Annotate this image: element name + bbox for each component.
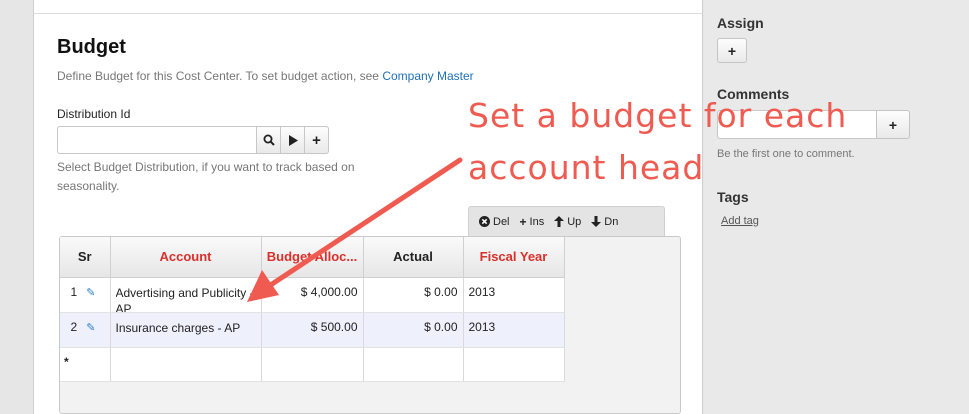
move-up-button[interactable]: Up [554,216,581,228]
annotation-line-1: Set a budget for each [468,96,848,135]
new-button[interactable]: + [305,126,329,154]
distribution-label: Distribution Id [57,107,131,121]
fiscal-year-cell[interactable]: 2013 [463,312,565,348]
empty-cell[interactable] [463,347,565,382]
budget-cell[interactable]: $ 500.00 [261,312,364,348]
page-title: Budget [57,36,126,58]
main-panel: Budget Define Budget for this Cost Cente… [33,0,703,414]
actual-cell: $ 0.00 [363,312,464,348]
row-sr-cell: 1 ✎ [60,277,111,313]
new-row-marker: * [60,347,111,382]
row-number: 2 [70,319,78,334]
budget-cell[interactable]: $ 4,000.00 [261,277,364,313]
add-comment-button[interactable]: + [876,110,910,139]
remove-circle-icon [479,216,490,227]
comment-note: Be the first one to comment. [717,148,855,160]
table-header-row: Sr Account Budget Alloc... Actual Fiscal… [60,237,565,278]
empty-cell[interactable] [261,347,364,382]
assign-add-button[interactable]: + [717,38,747,63]
arrow-up-icon [554,216,565,227]
plus-icon: + [888,116,898,133]
insert-row-button[interactable]: + Ins [520,215,545,229]
table-row[interactable]: 1 ✎ Advertising and Publicity - AP $ 4,0… [60,277,565,313]
description-text: Define Budget for this Cost Center. To s… [57,69,383,83]
company-master-link[interactable]: Company Master [382,69,473,83]
account-cell[interactable]: Advertising and Publicity - AP [110,277,262,313]
screen: Budget Define Budget for this Cost Cente… [0,0,969,414]
delete-row-button[interactable]: Del [479,216,510,228]
empty-cell[interactable] [110,347,262,382]
search-button[interactable] [257,126,281,154]
new-row[interactable]: * [60,347,565,382]
account-cell[interactable]: Insurance charges - AP [110,312,262,348]
edit-icon[interactable]: ✎ [84,321,95,334]
account-value: Insurance charges - AP [115,320,241,335]
add-tag-link[interactable]: Add tag [721,215,759,227]
sidebar: Assign + Comments + Be the first one to … [704,0,969,414]
empty-cell [363,347,464,382]
insert-label: Ins [529,215,545,228]
distribution-id-input[interactable] [57,126,257,154]
budget-table: Sr Account Budget Alloc... Actual Fiscal… [60,237,565,382]
budget-grid: Sr Account Budget Alloc... Actual Fiscal… [59,236,681,414]
row-number: 1 [70,284,78,299]
distribution-hint: Select Budget Distribution, if you want … [57,160,355,193]
arrow-down-icon [591,216,602,227]
page-description: Define Budget for this Cost Center. To s… [57,69,474,83]
edit-icon[interactable]: ✎ [84,286,95,299]
search-icon [263,134,275,146]
play-icon [288,134,298,146]
table-row[interactable]: 2 ✎ Insurance charges - AP $ 500.00 $ 0.… [60,312,565,348]
header-account: Account [110,237,262,278]
row-sr-cell: 2 ✎ [60,312,111,348]
plus-icon: + [312,131,321,149]
grid-toolbar: Del + Ins Up Dn [468,206,665,236]
assign-heading: Assign [717,15,764,31]
fiscal-year-cell[interactable]: 2013 [463,277,565,313]
top-divider [34,0,702,14]
account-value: Advertising and Publicity - AP [115,285,254,312]
distribution-buttons: + [257,126,329,154]
annotation-line-2: account head [468,148,705,187]
up-label: Up [567,215,582,228]
delete-label: Del [493,215,510,228]
plus-icon: + [519,214,527,229]
move-down-button[interactable]: Dn [591,216,618,228]
plus-icon: + [727,42,737,59]
header-budget-allocated: Budget Alloc... [261,237,364,278]
actual-cell: $ 0.00 [363,277,464,313]
down-label: Dn [604,215,619,228]
open-button[interactable] [281,126,305,154]
header-fiscal-year: Fiscal Year [463,237,565,278]
header-actual: Actual [363,237,464,278]
header-sr: Sr [60,237,111,278]
tags-heading: Tags [717,189,749,205]
